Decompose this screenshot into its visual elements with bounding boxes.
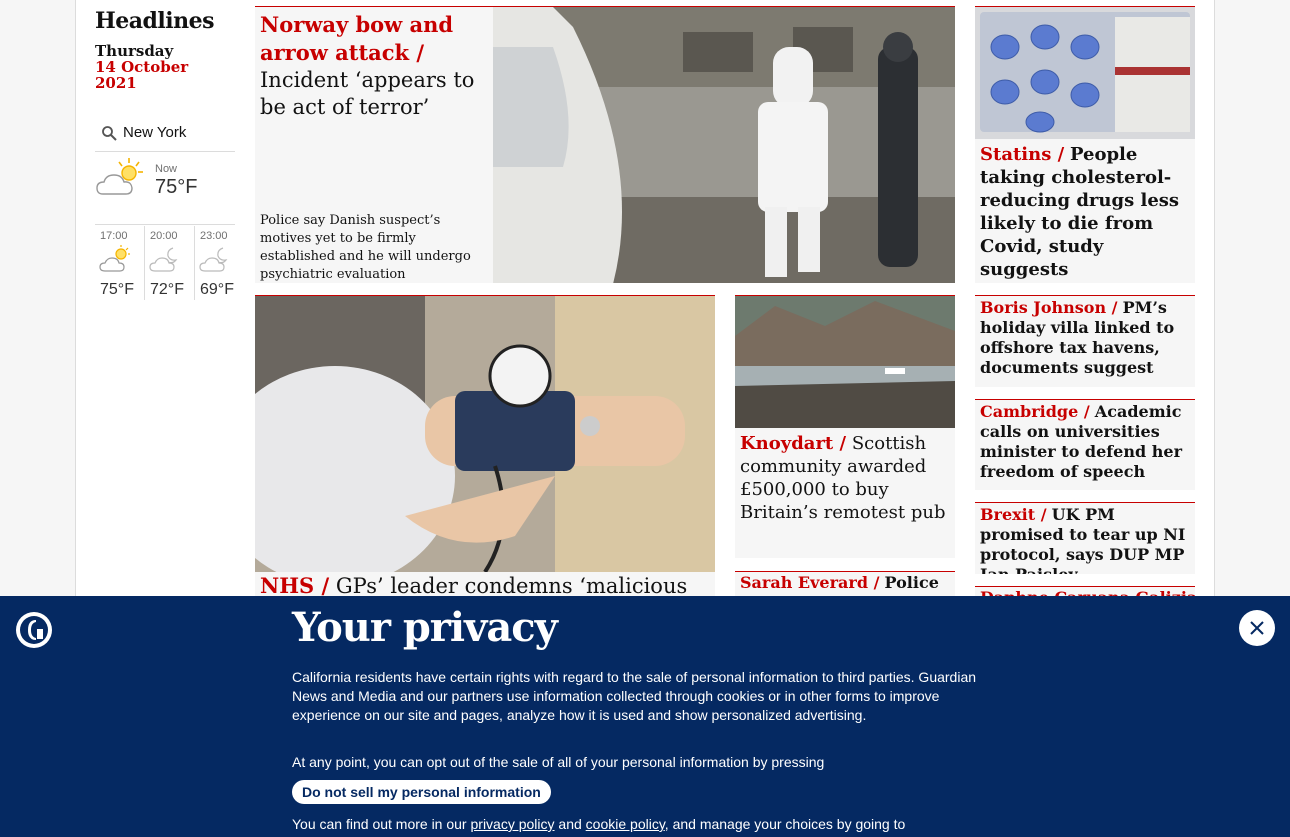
partly-sunny-icon <box>96 158 143 195</box>
story-card-nhs[interactable]: NHS / GPs’ leader condemns ‘malicious <box>255 295 715 615</box>
story-title: Incident ‘appears to be act of terror’ <box>260 68 475 119</box>
story-kicker: Knoydart / <box>740 433 847 454</box>
forecast-temperature: 72°F <box>150 281 184 298</box>
cloudy-moon-icon <box>149 247 178 272</box>
story-standfirst: Police say Danish suspect’s motives yet … <box>260 213 471 282</box>
privacy-description: California residents have certain rights… <box>292 669 977 723</box>
story-kicker: Boris Johnson / <box>980 298 1118 317</box>
story-image <box>493 7 955 283</box>
story-card-johnson[interactable]: Boris Johnson / PM’s holiday villa linke… <box>975 295 1195 387</box>
story-image <box>255 296 715 572</box>
date-full: 14 October 2021 <box>95 58 189 92</box>
privacy-title: Your privacy <box>292 604 558 651</box>
now-label: Now <box>155 163 178 175</box>
story-headline: Statins / People taking cholesterol-redu… <box>975 139 1195 283</box>
forecast-time: 23:00 <box>200 230 228 242</box>
now-temperature: 75°F <box>155 176 198 198</box>
story-headline: Brexit / UK PM promised to tear up NI pr… <box>975 503 1195 574</box>
forecast-slot: 23:00 69°F <box>195 226 243 306</box>
story-headline: Boris Johnson / PM’s holiday villa linke… <box>975 296 1195 378</box>
story-image <box>735 296 955 428</box>
forecast-temperature: 69°F <box>200 281 234 298</box>
privacy-policy-link[interactable]: privacy policy <box>471 816 555 832</box>
story-card-knoydart[interactable]: Knoydart / Scottish community awarded £5… <box>735 295 955 558</box>
story-image <box>975 7 1195 139</box>
section-title: Headlines <box>95 8 215 34</box>
story-title: Police <box>884 573 939 592</box>
cloudy-moon-icon <box>199 247 228 272</box>
close-icon <box>1250 621 1264 635</box>
close-banner-button[interactable] <box>1239 610 1275 646</box>
privacy-and: and <box>558 816 582 832</box>
opt-out-text: At any point, you can opt out of the sal… <box>292 754 825 770</box>
story-kicker: Sarah Everard / <box>740 573 880 592</box>
privacy-more-text: You can find out more in our privacy pol… <box>292 816 905 832</box>
forecast-temperature: 75°F <box>100 281 134 298</box>
privacy-banner: Your privacy California residents have c… <box>0 596 1290 837</box>
forecast-time: 20:00 <box>150 230 178 242</box>
story-card-norway[interactable]: Norway bow and arrow attack / Incident ‘… <box>255 6 955 283</box>
guardian-logo-icon <box>16 612 52 648</box>
forecast-time: 17:00 <box>100 230 128 242</box>
sidebar: Headlines Thursday 14 October 2021 New Y… <box>95 0 235 300</box>
story-card-brexit[interactable]: Brexit / UK PM promised to tear up NI pr… <box>975 502 1195 574</box>
cookie-policy-link[interactable]: cookie policy <box>586 816 665 832</box>
do-not-sell-button[interactable]: Do not sell my personal information <box>292 780 551 804</box>
story-headline: Norway bow and arrow attack / Incident ‘… <box>260 11 485 121</box>
story-kicker: Brexit / <box>980 505 1047 524</box>
story-headline: Knoydart / Scottish community awarded £5… <box>735 428 955 528</box>
story-card-cambridge[interactable]: Cambridge / Academic calls on universiti… <box>975 399 1195 490</box>
date-day: Thursday <box>95 42 174 60</box>
search-icon <box>95 125 123 141</box>
story-kicker: Cambridge / <box>980 402 1090 421</box>
privacy-more-suffix: , and manage your choices by going to <box>664 816 906 832</box>
story-kicker: Norway bow and arrow attack / <box>260 12 454 65</box>
partly-cloudy-icon <box>99 245 130 272</box>
forecast-slot: 17:00 75°F <box>95 226 143 306</box>
story-kicker: Statins / <box>980 144 1065 165</box>
story-card-statins[interactable]: Statins / People taking cholesterol-redu… <box>975 6 1195 283</box>
privacy-more-prefix: You can find out more in our <box>292 816 467 832</box>
forecast-slot: 20:00 72°F <box>145 226 193 306</box>
story-title: GPs’ leader condemns ‘malicious <box>335 574 688 598</box>
weather-location[interactable]: New York <box>95 114 235 152</box>
location-name: New York <box>123 124 187 141</box>
story-headline: Cambridge / Academic calls on universiti… <box>975 400 1195 482</box>
weather-now: Now 75°F <box>95 152 235 225</box>
story-headline: Sarah Everard / Police <box>735 572 955 593</box>
story-kicker: NHS / <box>260 573 330 598</box>
